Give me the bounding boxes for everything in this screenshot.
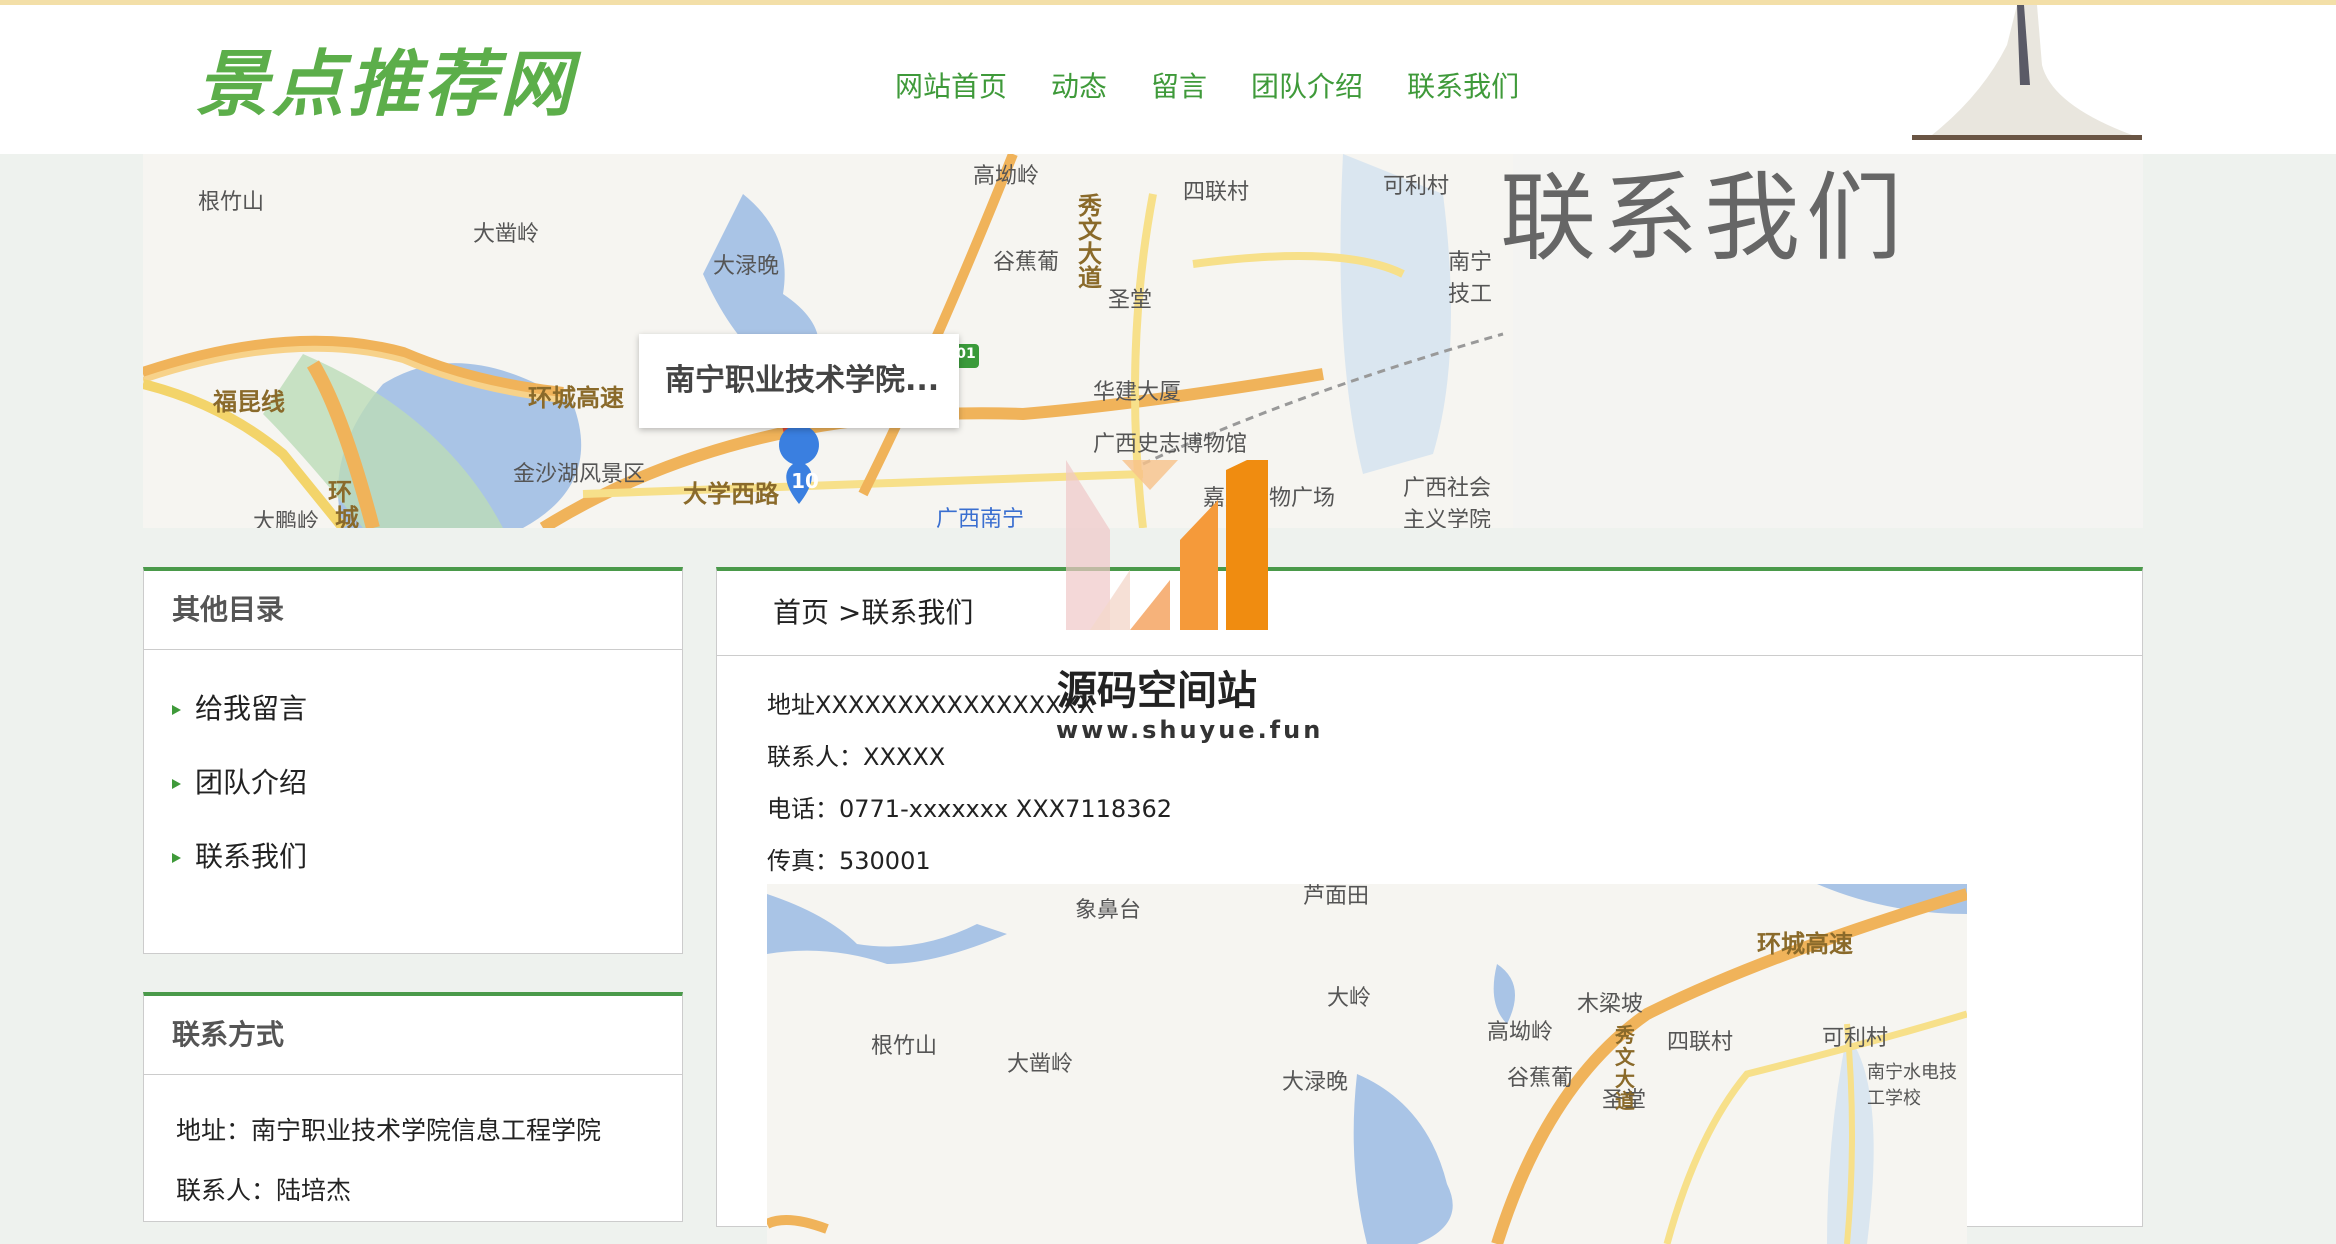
sidebar-contact-person: 联系人：陆培杰: [176, 1176, 352, 1205]
map-label: 华建大厦: [1093, 380, 1182, 405]
fax-line: 传真：530001: [767, 847, 931, 875]
map-label: 南宁水电技工学校: [1867, 1062, 1957, 1109]
main-nav: 网站首页 动态 留言 团队介绍 联系我们: [895, 65, 1519, 105]
map-label: 高坳岭: [973, 164, 1040, 189]
banner-title: 联系我们: [1500, 162, 1908, 274]
map-label: 根竹山: [198, 190, 265, 215]
road-label: 城: [335, 504, 359, 528]
map-label: 广西社会主义学院: [1403, 476, 1492, 528]
road-label: 大学西路: [683, 480, 779, 508]
road-label: 环城高速: [528, 384, 624, 412]
nav-team[interactable]: 团队介绍: [1251, 65, 1363, 105]
map-popup[interactable]: 南宁职业技术学院...: [639, 334, 959, 428]
nav-home[interactable]: 网站首页: [895, 65, 1007, 105]
bullet-icon: [172, 705, 181, 715]
map-label: 象鼻台: [1075, 898, 1142, 923]
road-label: 秀文大道: [1078, 192, 1102, 292]
map-label: 大渌晚: [1282, 1070, 1349, 1095]
map-label: 南宁技工: [1448, 250, 1493, 307]
bullet-icon: [172, 853, 181, 863]
contact-info-title: 联系方式: [144, 996, 682, 1075]
nav-message[interactable]: 留言: [1151, 65, 1207, 105]
other-directory-title: 其他目录: [144, 571, 682, 650]
map-label: 大渌晚: [713, 254, 780, 279]
bullet-icon: [172, 779, 181, 789]
tower-image: [1912, 5, 2142, 140]
highway-badge: 01: [956, 346, 976, 362]
phone-line: 电话：0771-xxxxxxx XXX7118362: [767, 795, 1172, 823]
map-label: 芦面田: [1303, 884, 1370, 909]
watermark-name: 源码空间站: [1057, 668, 1257, 714]
sidebar-address: 地址：南宁职业技术学院信息工程学院: [176, 1116, 602, 1145]
map-label: 高坳岭: [1487, 1020, 1554, 1045]
map-label: 大岭: [1327, 986, 1372, 1011]
map-label: 木梁坡: [1577, 992, 1644, 1017]
main-content-panel: 首页 >联系我们 地址XXXXXXXXXXXXXXXXX 联系人：XXXXX 电…: [716, 567, 2143, 1244]
sidebar-item-team[interactable]: 团队介绍: [144, 746, 682, 820]
map-label: 大鹏岭: [253, 510, 320, 528]
map-label: 四联村: [1183, 180, 1250, 205]
watermark-url: www.shuyue.fun: [1056, 716, 1324, 744]
map-label: 根竹山: [871, 1034, 938, 1059]
map-label: 四联村: [1667, 1030, 1734, 1055]
sidebar-item-message[interactable]: 给我留言: [144, 672, 682, 746]
breadcrumb[interactable]: 首页 >联系我们: [717, 571, 2142, 656]
map-label: 金沙湖风景区: [513, 462, 646, 487]
map-label: 谷蕉葡: [993, 250, 1060, 275]
map-label: 可利村: [1822, 1026, 1889, 1051]
nav-news[interactable]: 动态: [1051, 65, 1107, 105]
map-label: 大凿岭: [473, 222, 540, 247]
map-marker-number[interactable]: 10: [791, 469, 819, 493]
map-label: 谷蕉葡: [1507, 1066, 1574, 1091]
location-map[interactable]: 象鼻台 芦面田 环城高速 木梁坡 大岭 高坳岭 四联村 可利村 根竹山 大凿岭 …: [767, 884, 1967, 1244]
sidebar-item-contact[interactable]: 联系我们: [144, 820, 682, 894]
map-label: 广西史志博物馆: [1093, 432, 1248, 457]
banner-map[interactable]: 根竹山 大凿岭 高坳岭 四联村 可利村 大渌晚 谷蕉葡 圣堂 华建大厦 广西史志…: [143, 154, 1513, 528]
map-label: 圣堂: [1108, 288, 1153, 313]
contact-info-panel: 联系方式 地址：南宁职业技术学院信息工程学院 联系人：陆培杰: [143, 992, 683, 1222]
road-label: 环城高速: [1757, 930, 1853, 958]
nav-contact[interactable]: 联系我们: [1407, 65, 1519, 105]
other-directory-panel: 其他目录 给我留言 团队介绍 联系我们: [143, 567, 683, 954]
road-label: 秀文大道: [1615, 1023, 1635, 1113]
map-label: 广西南宁: [936, 507, 1025, 528]
map-label: 大凿岭: [1007, 1052, 1074, 1077]
site-logo[interactable]: 景点推荐网: [196, 25, 576, 130]
site-header: 景点推荐网 网站首页 动态 留言 团队介绍 联系我们: [0, 5, 2336, 154]
road-label: 福昆线: [213, 388, 285, 416]
map-label: 可利村: [1383, 174, 1450, 199]
